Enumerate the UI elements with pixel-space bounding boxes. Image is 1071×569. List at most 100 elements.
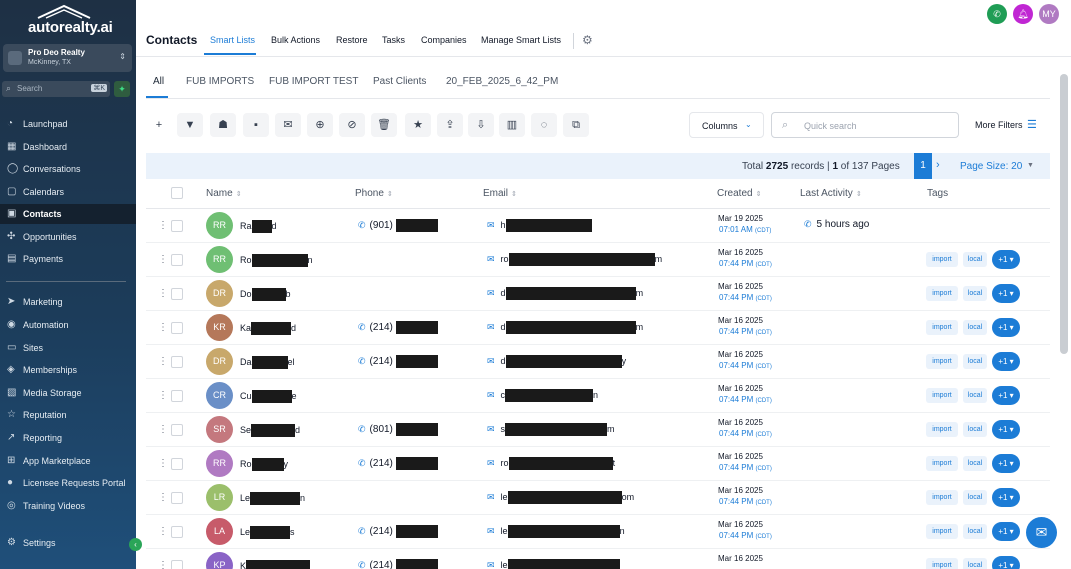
tag-badge[interactable]: import	[926, 490, 958, 505]
contact-email[interactable]: ✉ le	[487, 559, 620, 569]
contact-phone[interactable]: ✆ (214)	[358, 525, 438, 538]
column-header-phone[interactable]: Phone ⇕	[355, 188, 393, 199]
contact-name[interactable]: Ra d	[240, 220, 277, 233]
chat-widget-icon[interactable]: ✉	[1026, 517, 1057, 548]
tag-badge[interactable]: local	[963, 320, 987, 335]
delete-button[interactable]: 🗑︎	[371, 113, 397, 137]
tag-badge[interactable]: local	[963, 286, 987, 301]
column-header-last-activity[interactable]: Last Activity ⇕	[800, 188, 862, 199]
row-checkbox[interactable]	[171, 458, 183, 470]
import-button[interactable]: ⇩	[468, 113, 494, 137]
more-tags-button[interactable]: +1 ▾	[992, 352, 1020, 371]
contact-name[interactable]: Do b	[240, 288, 291, 301]
row-checkbox[interactable]	[171, 288, 183, 300]
contact-name[interactable]: Ro n	[240, 254, 313, 267]
sidebar-item-calendars[interactable]: ▢ Calendars	[0, 182, 136, 202]
filter-tab-fub-imports[interactable]: FUB IMPORTS	[186, 76, 254, 87]
more-tags-button[interactable]: +1 ▾	[992, 454, 1020, 473]
tab-smart-lists[interactable]: Smart Lists	[210, 35, 255, 45]
sidebar-item-conversations[interactable]: ◯ Conversations	[0, 159, 136, 179]
row-checkbox[interactable]	[171, 492, 183, 504]
table-row[interactable]: ⋮ LA Le s ✆ (214) ✉ le n Mar 16 2025 07:44 PM (CD…	[146, 515, 1050, 549]
sidebar-item-training-videos[interactable]: ◎ Training Videos	[0, 496, 136, 516]
automation-button[interactable]: ☗	[210, 113, 236, 137]
sidebar-item-opportunities[interactable]: ✣ Opportunities	[0, 227, 136, 247]
tag-badge[interactable]: local	[963, 490, 987, 505]
tag-badge[interactable]: import	[926, 524, 958, 539]
contact-name[interactable]: Da el	[240, 356, 295, 369]
drag-handle-icon[interactable]: ⋮	[158, 526, 168, 537]
tag-badge[interactable]: import	[926, 388, 958, 403]
tag-badge[interactable]: local	[963, 558, 987, 569]
page-button-current[interactable]: 1	[914, 153, 932, 179]
drag-handle-icon[interactable]: ⋮	[158, 560, 168, 569]
contact-name[interactable]: Cu e	[240, 390, 297, 403]
contact-email[interactable]: ✉ le n	[487, 525, 625, 538]
table-row[interactable]: ⋮ KR Ka d ✆ (214) ✉ d m Mar 16 2025 07:44 PM (CDT…	[146, 311, 1050, 345]
columns-dropdown[interactable]: Columns ⌄	[689, 112, 764, 138]
tab-bulk-actions[interactable]: Bulk Actions	[271, 35, 320, 45]
contact-phone[interactable]: ✆ (901)	[358, 219, 438, 232]
account-switcher[interactable]: Pro Deo Realty McKinney, TX ⇕	[3, 44, 132, 72]
tag-badge[interactable]: local	[963, 524, 987, 539]
row-checkbox[interactable]	[171, 424, 183, 436]
sidebar-item-launchpad[interactable]: ◔ Launchpad	[0, 114, 136, 134]
sidebar-item-memberships[interactable]: ◈ Memberships	[0, 360, 136, 380]
sidebar-item-contacts[interactable]: ▣ Contacts	[0, 204, 136, 224]
select-all-checkbox[interactable]	[171, 187, 183, 199]
email-button[interactable]: ✉	[275, 113, 301, 137]
phone-icon[interactable]: ✆	[987, 4, 1007, 24]
gear-icon[interactable]: ⚙	[582, 33, 593, 47]
more-tags-button[interactable]: +1 ▾	[992, 522, 1020, 541]
tab-manage-smart-lists[interactable]: Manage Smart Lists	[481, 35, 561, 45]
filter-tab-feb-2025[interactable]: 20_FEB_2025_6_42_PM	[446, 76, 558, 87]
contact-email[interactable]: ✉ d m	[487, 321, 643, 334]
tag-badge[interactable]: import	[926, 286, 958, 301]
more-tags-button[interactable]: +1 ▾	[992, 420, 1020, 439]
sidebar-item-app-marketplace[interactable]: ⊞ App Marketplace	[0, 451, 136, 471]
row-checkbox[interactable]	[171, 356, 183, 368]
company-button[interactable]: ▥	[499, 113, 525, 137]
next-page-icon[interactable]: ›	[936, 159, 940, 171]
drag-handle-icon[interactable]: ⋮	[158, 322, 168, 333]
merge-button[interactable]: ⧉	[563, 113, 589, 137]
table-row[interactable]: ⋮ SR Se d ✆ (801) ✉ s m Mar 16 2025 07:44 PM (CDT…	[146, 413, 1050, 447]
drag-handle-icon[interactable]: ⋮	[158, 492, 168, 503]
table-row[interactable]: ⋮ KP K ✆ (214) ✉ le Mar 16 2025 import local +1 …	[146, 549, 1050, 569]
whatsapp-button[interactable]: ◌	[531, 113, 557, 137]
table-row[interactable]: ⋮ CR Cu e ✉ c n Mar 16 2025 07:44 PM (CDT) import…	[146, 379, 1050, 413]
sidebar-item-media-storage[interactable]: ▧ Media Storage	[0, 383, 136, 403]
tag-badge[interactable]: local	[963, 354, 987, 369]
more-tags-button[interactable]: +1 ▾	[992, 488, 1020, 507]
drag-handle-icon[interactable]: ⋮	[158, 424, 168, 435]
more-tags-button[interactable]: +1 ▾	[992, 556, 1020, 569]
drag-handle-icon[interactable]: ⋮	[158, 356, 168, 367]
table-row[interactable]: ⋮ RR Ro n ✉ ro m Mar 16 2025 07:44 PM (CDT) impor…	[146, 243, 1050, 277]
filter-tab-all[interactable]: All	[153, 76, 164, 87]
table-row[interactable]: ⋮ DR Da el ✆ (214) ✉ d y Mar 16 2025 07:44 PM (CD…	[146, 345, 1050, 379]
add-contact-button[interactable]: +	[146, 113, 172, 137]
add-tag-button[interactable]: ⊕	[307, 113, 333, 137]
contact-phone[interactable]: ✆ (214)	[358, 355, 438, 368]
sidebar-item-reputation[interactable]: ☆ Reputation	[0, 405, 136, 425]
tag-badge[interactable]: local	[963, 422, 987, 437]
quick-action-icon[interactable]: ✦	[114, 81, 130, 97]
scrollbar[interactable]	[1060, 74, 1068, 354]
contact-email[interactable]: ✉ s m	[487, 423, 615, 436]
filter-tab-fub-import-test[interactable]: FUB IMPORT TEST	[269, 76, 358, 87]
contact-phone[interactable]: ✆ (214)	[358, 457, 438, 470]
contact-name[interactable]: K	[240, 560, 311, 569]
sidebar-item-reporting[interactable]: ↗ Reporting	[0, 428, 136, 448]
filter-tab-past-clients[interactable]: Past Clients	[373, 76, 426, 87]
tab-companies[interactable]: Companies	[421, 35, 467, 45]
tag-badge[interactable]: local	[963, 456, 987, 471]
user-avatar[interactable]: MY	[1039, 4, 1059, 24]
row-checkbox[interactable]	[171, 526, 183, 538]
sidebar-item-automation[interactable]: ◉ Automation	[0, 315, 136, 335]
sidebar-item-dashboard[interactable]: ▦ Dashboard	[0, 137, 136, 157]
sidebar-item-licensee-requests[interactable]: ● Licensee Requests Portal	[0, 473, 136, 493]
tag-badge[interactable]: import	[926, 456, 958, 471]
contact-phone[interactable]: ✆ (214)	[358, 559, 438, 569]
quick-search-input[interactable]: ⌕ Quick search	[771, 112, 959, 138]
column-header-created[interactable]: Created ⇕	[717, 188, 761, 199]
